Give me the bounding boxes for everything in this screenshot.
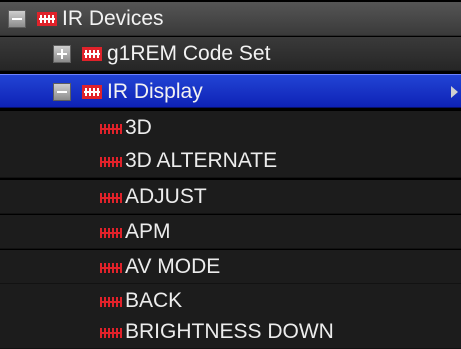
ir-code-icon bbox=[100, 328, 122, 338]
list-item[interactable]: BRIGHTNESS DOWN bbox=[0, 315, 461, 349]
list-item[interactable]: 3D bbox=[0, 111, 461, 145]
tree-node-ir-display[interactable]: IR Display bbox=[0, 74, 461, 108]
ir-devices-tree: IR Devices g1REM Code Set IR Display 3D … bbox=[0, 0, 461, 349]
command-label: BACK bbox=[125, 289, 183, 312]
ir-code-icon bbox=[100, 297, 122, 307]
command-label: 3D bbox=[125, 116, 152, 139]
submenu-arrow-icon[interactable] bbox=[451, 86, 458, 98]
list-item[interactable]: BACK bbox=[0, 284, 461, 318]
list-item[interactable]: AV MODE bbox=[0, 250, 461, 284]
tree-node-label: IR Display bbox=[107, 80, 203, 103]
command-label: APM bbox=[125, 220, 171, 243]
tree-node-g1rem-code-set[interactable]: g1REM Code Set bbox=[0, 37, 461, 71]
command-label: BRIGHTNESS DOWN bbox=[125, 320, 334, 343]
ir-device-group-icon bbox=[37, 12, 57, 26]
collapse-toggle-icon[interactable] bbox=[53, 83, 71, 101]
command-label: ADJUST bbox=[125, 185, 207, 208]
ir-device-group-icon bbox=[82, 47, 102, 61]
tree-node-ir-devices[interactable]: IR Devices bbox=[0, 2, 461, 36]
command-label: 3D ALTERNATE bbox=[125, 149, 278, 172]
list-item[interactable]: 3D ALTERNATE bbox=[0, 144, 461, 178]
collapse-toggle-icon[interactable] bbox=[8, 10, 26, 28]
tree-node-label: IR Devices bbox=[62, 7, 164, 30]
ir-code-icon bbox=[100, 263, 122, 273]
ir-code-icon bbox=[100, 193, 122, 203]
list-item[interactable]: APM bbox=[0, 215, 461, 249]
ir-code-icon bbox=[100, 157, 122, 167]
ir-device-group-icon bbox=[82, 85, 102, 99]
command-label: AV MODE bbox=[125, 255, 221, 278]
ir-code-icon bbox=[100, 124, 122, 134]
ir-code-icon bbox=[100, 228, 122, 238]
list-item[interactable]: ADJUST bbox=[0, 180, 461, 214]
expand-toggle-icon[interactable] bbox=[53, 45, 71, 63]
tree-node-label: g1REM Code Set bbox=[107, 42, 271, 65]
